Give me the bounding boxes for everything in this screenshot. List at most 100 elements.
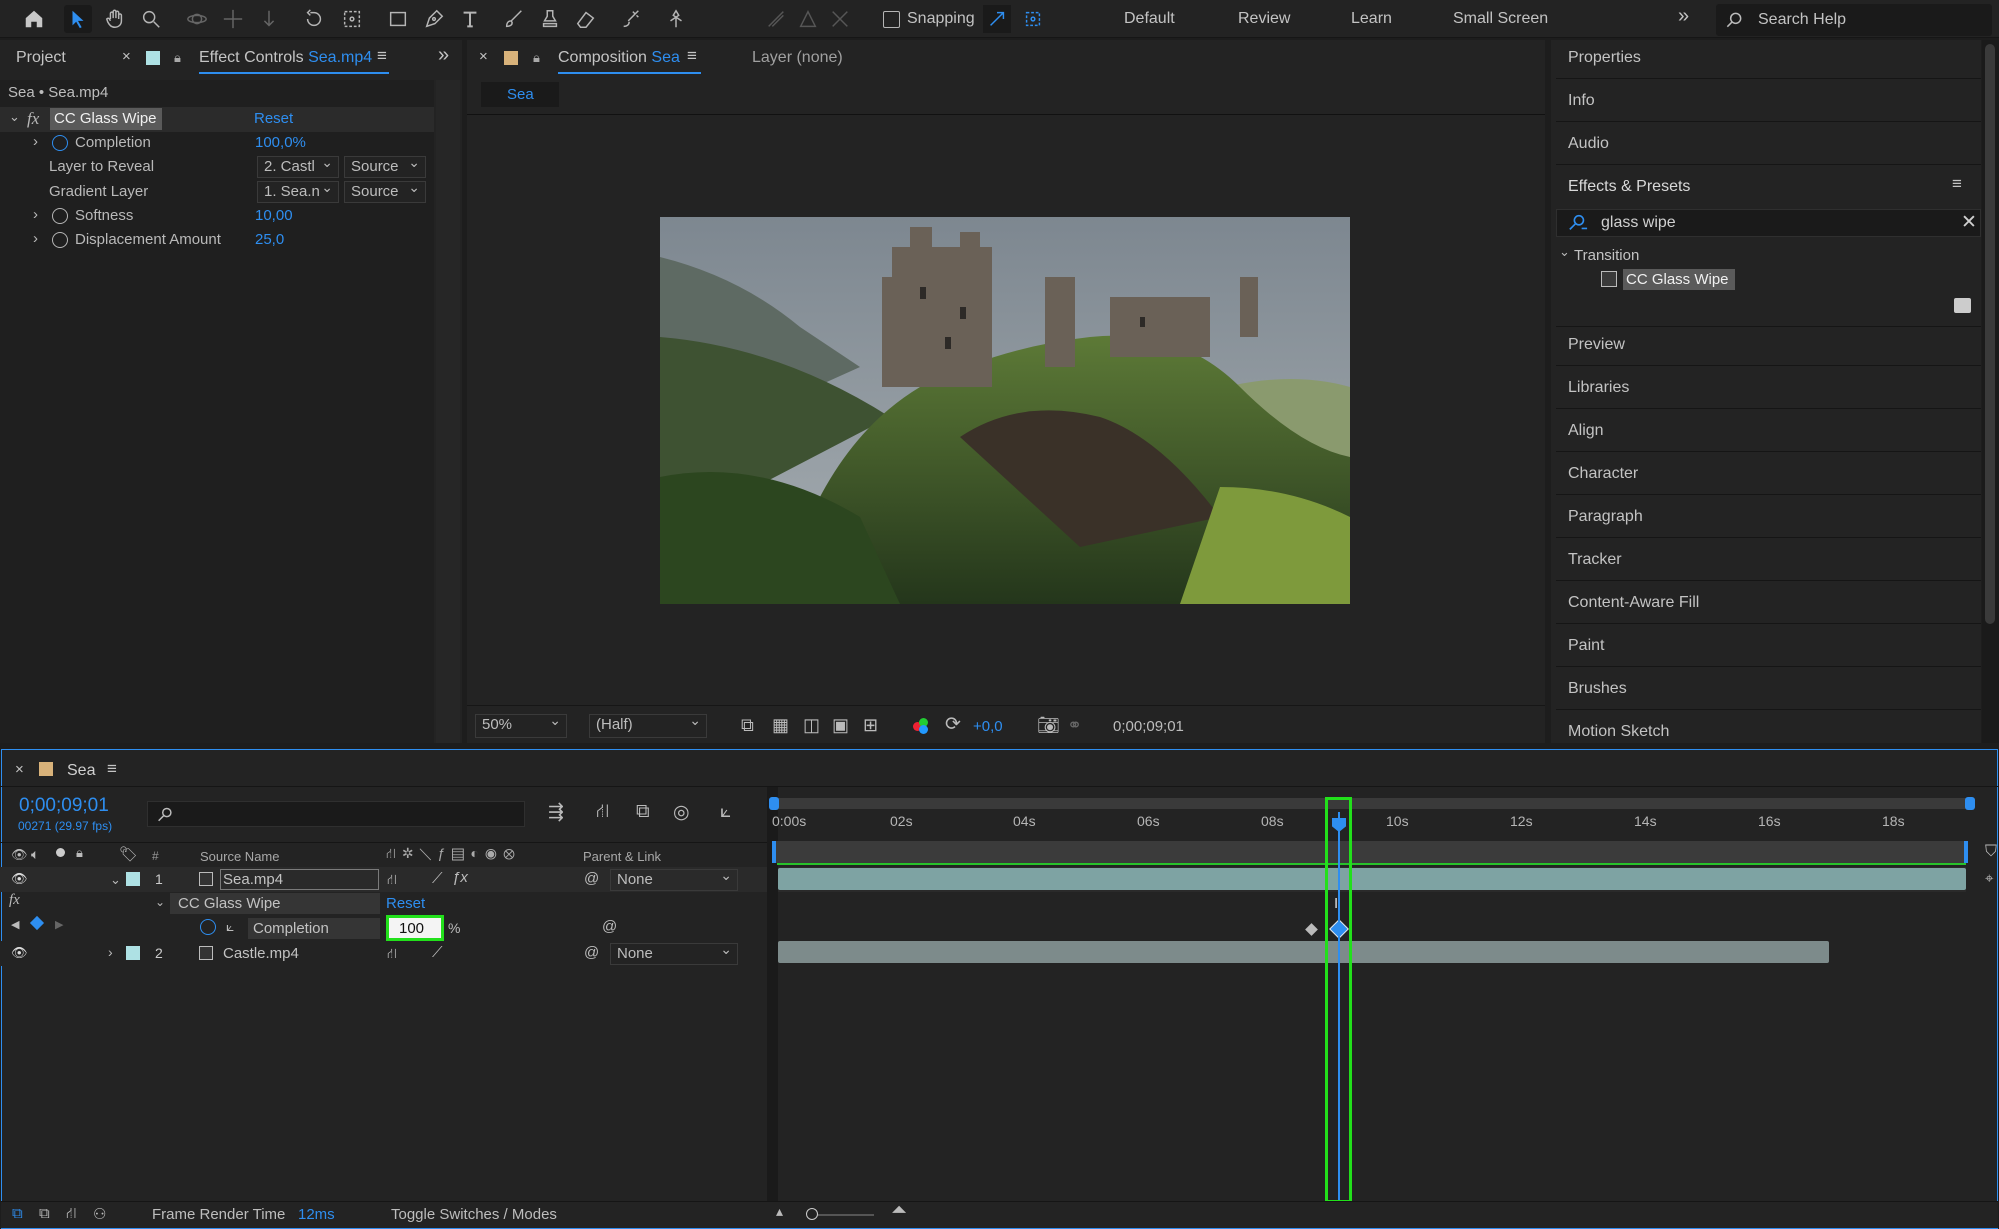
panel-menu-icon[interactable]: ≡ bbox=[687, 46, 697, 66]
parent-select[interactable]: None bbox=[610, 869, 738, 891]
anchor-tool-icon[interactable] bbox=[338, 5, 366, 33]
pickwhip-icon[interactable]: @ bbox=[584, 870, 599, 887]
layer-switches-toggle-icon[interactable]: ⧉ bbox=[12, 1205, 23, 1222]
stopwatch-icon[interactable] bbox=[52, 135, 68, 151]
next-keyframe-icon[interactable]: ▶ bbox=[55, 918, 63, 931]
orbit-tool-icon[interactable] bbox=[183, 5, 211, 33]
snapshot-icon[interactable]: ⌖ bbox=[1985, 870, 1993, 887]
tab-layer[interactable]: Layer (none) bbox=[752, 49, 843, 67]
sea-layer-clip[interactable] bbox=[778, 868, 1966, 890]
transition-folder[interactable]: Transition bbox=[1574, 247, 1639, 264]
align-icon[interactable] bbox=[794, 5, 822, 33]
work-area-start[interactable] bbox=[772, 841, 776, 863]
quality-switch-icon[interactable]: ⟋ bbox=[432, 870, 443, 887]
show-snapshot-icon[interactable]: ⚭ bbox=[1067, 715, 1082, 736]
expression-pickwhip-icon[interactable]: @ bbox=[602, 918, 617, 935]
toggle-switches-modes-button[interactable]: Toggle Switches / Modes bbox=[391, 1206, 557, 1223]
tab-composition[interactable]: Composition Sea bbox=[558, 49, 680, 67]
lock-icon[interactable]: 🔒︎ bbox=[174, 50, 181, 66]
draft-3d-icon[interactable]: ⛙ bbox=[596, 801, 609, 825]
resolution-select[interactable]: (Half) bbox=[589, 714, 707, 738]
effect-reset-link[interactable]: Reset bbox=[254, 110, 293, 127]
effects-search-field[interactable]: glass wipe ✕ bbox=[1556, 209, 1981, 237]
stopwatch-icon[interactable] bbox=[52, 232, 68, 248]
motion-blur-icon[interactable]: ◎ bbox=[673, 801, 690, 824]
close-tab-icon[interactable]: × bbox=[15, 761, 24, 778]
expand-chevron-icon[interactable]: ⌄ bbox=[155, 895, 165, 909]
motion-sketch-panel-header[interactable]: Motion Sketch bbox=[1568, 723, 1669, 741]
paragraph-panel-header[interactable]: Paragraph bbox=[1568, 508, 1643, 526]
work-area-bar[interactable] bbox=[772, 841, 1966, 863]
render-time-toggle-icon[interactable]: ⚇ bbox=[93, 1205, 106, 1223]
gradient-layer-source-select[interactable]: Source bbox=[344, 181, 426, 203]
scrollbar[interactable] bbox=[436, 80, 460, 743]
panel-menu-icon[interactable]: ≡ bbox=[377, 46, 387, 66]
timeline-search-field[interactable] bbox=[147, 801, 525, 827]
expand-chevron-icon[interactable]: ⌄ bbox=[110, 872, 121, 888]
expand-chevron-icon[interactable]: › bbox=[33, 230, 38, 247]
rotate-tool-icon[interactable] bbox=[300, 5, 328, 33]
modes-toggle-icon[interactable]: ⧉ bbox=[39, 1205, 50, 1222]
paint-panel-header[interactable]: Paint bbox=[1568, 637, 1604, 655]
content-aware-fill-panel-header[interactable]: Content-Aware Fill bbox=[1568, 594, 1699, 612]
lock-icon[interactable]: 🔒︎ bbox=[533, 50, 540, 66]
brush-tool-icon[interactable] bbox=[500, 5, 528, 33]
layer-to-reveal-select[interactable]: 2. Castl bbox=[257, 156, 339, 178]
eraser-tool-icon[interactable] bbox=[572, 5, 600, 33]
expand-panels-icon[interactable]: » bbox=[438, 44, 449, 67]
folder-chevron-icon[interactable]: ⌄ bbox=[1559, 244, 1570, 260]
region-of-interest-icon[interactable]: ▣ bbox=[832, 715, 849, 736]
workspace-small-screen[interactable]: Small Screen bbox=[1453, 10, 1548, 28]
transparency-grid-icon[interactable]: ▦ bbox=[772, 715, 789, 736]
selection-tool-icon[interactable] bbox=[64, 5, 92, 33]
pickwhip-icon[interactable]: @ bbox=[584, 944, 599, 961]
info-panel-header[interactable]: Info bbox=[1568, 92, 1595, 110]
snapshot-camera-icon[interactable]: 📷︎ bbox=[1037, 715, 1060, 736]
tab-project[interactable]: Project bbox=[16, 49, 66, 67]
clear-search-icon[interactable]: ✕ bbox=[1961, 211, 1977, 234]
expand-chevron-icon[interactable]: › bbox=[33, 133, 38, 150]
workspace-learn[interactable]: Learn bbox=[1351, 10, 1392, 28]
properties-panel-header[interactable]: Properties bbox=[1568, 49, 1641, 67]
close-tab-icon[interactable]: × bbox=[479, 48, 488, 65]
layer-to-reveal-source-select[interactable]: Source bbox=[344, 156, 426, 178]
source-name-column-header[interactable]: Source Name bbox=[200, 849, 279, 864]
libraries-panel-header[interactable]: Libraries bbox=[1568, 379, 1629, 397]
expand-chevron-icon[interactable]: › bbox=[108, 944, 113, 960]
layer-label-swatch[interactable] bbox=[126, 872, 140, 886]
expand-chevron-icon[interactable]: › bbox=[33, 206, 38, 223]
snap-edges-icon[interactable] bbox=[983, 5, 1011, 33]
parent-link-column-header[interactable]: Parent & Link bbox=[583, 849, 661, 864]
timeline-comp-tab[interactable]: Sea bbox=[67, 762, 95, 780]
work-area-end[interactable] bbox=[1964, 841, 1968, 863]
viewer-timecode[interactable]: 0;00;09;01 bbox=[1113, 718, 1184, 735]
graph-editor-icon[interactable]: ⟀ bbox=[720, 801, 731, 823]
quality-switch-icon[interactable]: ⟋ bbox=[432, 944, 443, 961]
mask-visibility-icon[interactable]: ◫ bbox=[803, 715, 820, 736]
panel-menu-icon[interactable]: ≡ bbox=[107, 759, 117, 779]
shy-switch-icon[interactable]: ⛙ bbox=[387, 871, 397, 890]
workspace-review[interactable]: Review bbox=[1238, 10, 1290, 28]
visibility-toggle-eye-icon[interactable]: 👁︎ bbox=[11, 871, 28, 887]
more-workspaces-icon[interactable]: » bbox=[1678, 5, 1689, 28]
preview-panel-header[interactable]: Preview bbox=[1568, 336, 1625, 354]
fx-icon[interactable]: fx bbox=[9, 892, 20, 909]
type-tool-icon[interactable] bbox=[456, 5, 484, 33]
workspace-default[interactable]: Default bbox=[1124, 10, 1175, 28]
hand-tool-icon[interactable] bbox=[101, 5, 129, 33]
completion-value[interactable]: 100,0% bbox=[255, 134, 306, 151]
fast-previews-icon[interactable]: ⧉ bbox=[741, 715, 754, 736]
new-bin-icon[interactable] bbox=[1954, 298, 1971, 313]
composition-preview-image[interactable] bbox=[660, 217, 1350, 604]
visibility-toggle-eye-icon[interactable]: 👁︎ bbox=[11, 945, 28, 961]
brushes-panel-header[interactable]: Brushes bbox=[1568, 680, 1627, 698]
displacement-amount-value[interactable]: 25,0 bbox=[255, 231, 284, 248]
zoom-in-icon[interactable]: ⏶ bbox=[891, 1199, 907, 1222]
shy-switch-icon[interactable]: ⛙ bbox=[387, 945, 397, 964]
layer-label-swatch[interactable] bbox=[126, 946, 140, 960]
castle-layer-clip[interactable] bbox=[778, 941, 1829, 963]
close-tab-icon[interactable]: × bbox=[122, 48, 131, 65]
align-icon[interactable] bbox=[762, 5, 790, 33]
prev-keyframe-icon[interactable]: ◀ bbox=[11, 918, 19, 931]
home-icon[interactable] bbox=[20, 5, 48, 33]
